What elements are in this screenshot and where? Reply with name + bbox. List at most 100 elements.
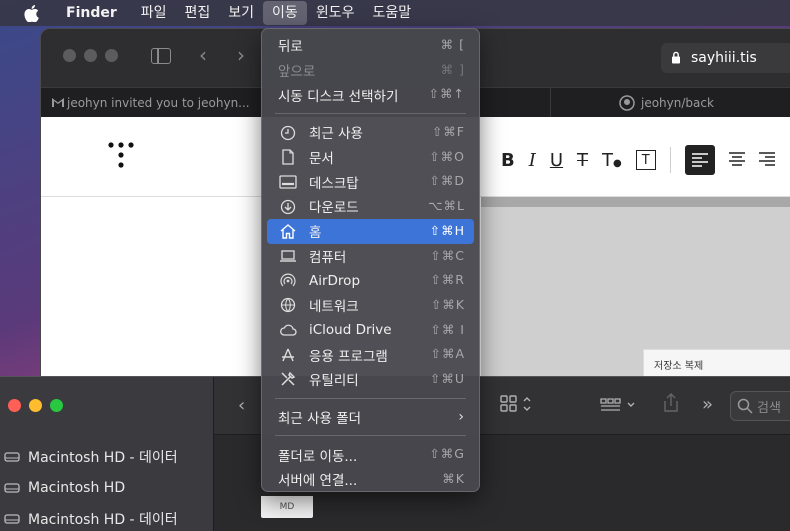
menu-shortcut: ⇧⌘F bbox=[431, 124, 465, 140]
sidebar-item-macintosh-hd-data[interactable]: Macintosh HD - 데이터 bbox=[4, 444, 178, 470]
menu-item-label: 최근 사용 bbox=[309, 126, 363, 143]
close-button[interactable] bbox=[63, 49, 76, 62]
menu-item-back[interactable]: 뒤로 ⌘ [ bbox=[267, 33, 474, 58]
strikethrough-icon[interactable]: T bbox=[577, 150, 588, 171]
menu-item-downloads[interactable]: 다운로드 ⌥⌘L bbox=[267, 194, 474, 219]
menu-help[interactable]: 도움말 bbox=[363, 1, 420, 25]
align-left-icon[interactable] bbox=[684, 145, 715, 175]
menu-item-go-to-folder[interactable]: 폴더로 이동... ⇧⌘G bbox=[267, 442, 474, 467]
tab-label: jeohyn invited you to jeohyn... bbox=[67, 96, 250, 110]
back-icon[interactable]: ‹ bbox=[199, 43, 207, 67]
menu-item-label: 데스크탑 bbox=[309, 175, 359, 192]
toolbar-divider bbox=[669, 147, 671, 173]
menu-item-label: 뒤로 bbox=[278, 39, 303, 56]
text-color-icon[interactable]: T● bbox=[602, 150, 622, 171]
gmail-icon bbox=[52, 98, 64, 107]
preview-header bbox=[481, 197, 790, 207]
text-box-icon[interactable]: T bbox=[635, 150, 656, 170]
sidebar-item-label: Macintosh HD - 데이터 bbox=[28, 512, 178, 528]
menu-item-label: 응용 프로그램 bbox=[309, 348, 388, 365]
menu-item-connect-server[interactable]: 서버에 연결... ⌘K bbox=[267, 467, 474, 492]
align-right-icon[interactable] bbox=[758, 150, 775, 171]
menu-item-startup-disk[interactable]: 시동 디스크 선택하기 ⇧⌘↑ bbox=[267, 82, 474, 107]
menu-shortcut: ⇧⌘ I bbox=[430, 321, 465, 337]
home-icon bbox=[279, 223, 297, 240]
sidebar-item-label: Macintosh HD - 데이터 bbox=[28, 450, 178, 466]
finder-minimize-button[interactable] bbox=[29, 399, 42, 412]
tab-gmail[interactable]: jeohyn invited you to jeohyn... bbox=[41, 88, 271, 118]
menu-item-desktop[interactable]: 데스크탑 ⇧⌘D bbox=[267, 169, 474, 194]
menu-window[interactable]: 윈도우 bbox=[307, 1, 364, 25]
airdrop-icon bbox=[279, 272, 297, 289]
bold-icon[interactable]: B bbox=[501, 150, 515, 171]
clone-repo-button[interactable]: 저장소 복제 bbox=[643, 349, 790, 377]
menu-item-label: 서버에 연결... bbox=[278, 473, 358, 490]
finder-back-icon[interactable]: ‹ bbox=[238, 395, 245, 416]
cloud-icon bbox=[279, 322, 297, 339]
more-icon[interactable]: » bbox=[702, 394, 713, 415]
italic-icon[interactable]: I bbox=[529, 150, 536, 171]
menu-item-recent-folders[interactable]: 최근 사용 폴더 › bbox=[267, 405, 474, 430]
github-icon bbox=[619, 95, 635, 111]
minimize-button[interactable] bbox=[84, 49, 97, 62]
menu-item-network[interactable]: 네트워크 ⇧⌘K bbox=[267, 293, 474, 318]
sidebar-item-macintosh-hd[interactable]: Macintosh HD bbox=[4, 475, 125, 501]
apple-icon[interactable] bbox=[24, 4, 44, 22]
finder-zoom-button[interactable] bbox=[50, 399, 63, 412]
view-grid-icon[interactable] bbox=[500, 395, 534, 418]
menu-shortcut: ⇧⌘K bbox=[430, 296, 465, 312]
menu-item-label: 홈 bbox=[309, 225, 322, 242]
file-thumbnail[interactable]: MD bbox=[261, 496, 313, 518]
menu-go[interactable]: 이동 bbox=[263, 1, 307, 25]
align-center-icon[interactable] bbox=[728, 150, 745, 171]
tools-icon bbox=[279, 371, 297, 388]
desktop-icon bbox=[279, 173, 297, 190]
menu-view[interactable]: 보기 bbox=[219, 1, 263, 25]
finder-window-controls bbox=[8, 399, 63, 412]
menu-item-label: 문서 bbox=[309, 151, 334, 168]
menu-item-label: 폴더로 이동... bbox=[278, 448, 358, 465]
logo-icon bbox=[108, 142, 134, 168]
network-icon bbox=[279, 297, 297, 314]
share-icon[interactable] bbox=[662, 393, 680, 418]
sidebar-toggle-icon[interactable] bbox=[151, 48, 171, 64]
menu-item-utilities[interactable]: 유틸리티 ⇧⌘U bbox=[267, 367, 474, 392]
finder-close-button[interactable] bbox=[8, 399, 21, 412]
download-icon bbox=[279, 198, 297, 215]
forward-icon[interactable]: › bbox=[237, 43, 245, 67]
menu-shortcut: ⇧⌘↑ bbox=[428, 86, 465, 102]
go-menu: 뒤로 ⌘ [ 앞으로 ⌘ ] 시동 디스크 선택하기 ⇧⌘↑ 최근 사용 ⇧⌘F… bbox=[261, 28, 480, 492]
address-bar[interactable]: sayhiii.tis bbox=[661, 43, 790, 73]
menu-item-computer[interactable]: 컴퓨터 ⇧⌘C bbox=[267, 244, 474, 269]
menu-shortcut: ⌘K bbox=[442, 471, 465, 486]
menu-shortcut: ⇧⌘G bbox=[429, 446, 465, 462]
menu-file[interactable]: 파일 bbox=[132, 1, 176, 25]
underline-icon[interactable]: U bbox=[550, 150, 563, 171]
menu-shortcut: ⇧⌘U bbox=[429, 370, 465, 386]
menu-item-label: iCloud Drive bbox=[309, 321, 392, 338]
menu-separator bbox=[275, 113, 466, 115]
menu-shortcut: ⌘ [ bbox=[440, 37, 465, 52]
menu-item-airdrop[interactable]: AirDrop ⇧⌘R bbox=[267, 268, 474, 293]
menu-item-label: 컴퓨터 bbox=[309, 249, 347, 266]
menu-item-icloud[interactable]: iCloud Drive ⇧⌘ I bbox=[267, 318, 474, 343]
menu-item-applications[interactable]: 응용 프로그램 ⇧⌘A bbox=[267, 342, 474, 367]
format-tools: B I U T T● T bbox=[501, 145, 775, 175]
menu-edit[interactable]: 편집 bbox=[176, 1, 220, 25]
menu-shortcut: ⇧⌘A bbox=[430, 346, 465, 362]
finder-search-field[interactable]: 검색 bbox=[730, 391, 790, 421]
disk-icon bbox=[4, 452, 20, 462]
sidebar-item-macintosh-hd-data-2[interactable]: Macintosh HD - 데이터 bbox=[4, 506, 178, 531]
zoom-button[interactable] bbox=[105, 49, 118, 62]
chevron-right-icon: › bbox=[458, 408, 464, 425]
menu-item-label: 네트워크 bbox=[309, 299, 359, 316]
menu-item-documents[interactable]: 문서 ⇧⌘O bbox=[267, 145, 474, 170]
menu-separator bbox=[275, 397, 466, 399]
tab-github[interactable]: jeohyn/back bbox=[551, 88, 790, 118]
menu-item-forward: 앞으로 ⌘ ] bbox=[267, 58, 474, 83]
menu-app-finder[interactable]: Finder bbox=[66, 1, 126, 25]
menu-shortcut: ⌥⌘L bbox=[428, 198, 465, 214]
group-icon[interactable] bbox=[600, 397, 638, 418]
menu-item-recents[interactable]: 최근 사용 ⇧⌘F bbox=[267, 120, 474, 145]
menu-item-home[interactable]: 홈 ⇧⌘H bbox=[267, 218, 474, 244]
